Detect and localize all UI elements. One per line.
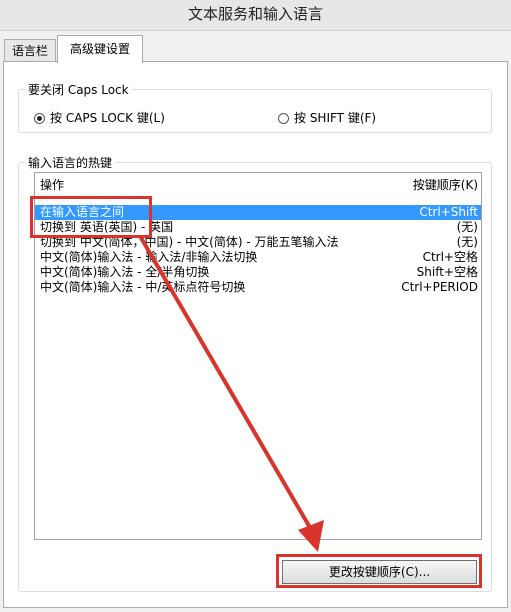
tab-advanced-key-settings[interactable]: 高级键设置 (57, 35, 143, 63)
row-sequence: Ctrl+Shift (419, 205, 478, 219)
column-header-sequence[interactable]: 按键顺序(K) (413, 173, 478, 197)
tab-language-bar[interactable]: 语言栏 (4, 39, 56, 62)
row-sequence: Ctrl+PERIOD (401, 280, 478, 294)
row-action: 中文(简体)输入法 - 输入法/非输入法切换 (40, 250, 258, 264)
row-sequence: (无) (456, 220, 478, 234)
list-header: 操作 按键顺序(K) (35, 173, 481, 197)
row-action: 中文(简体)输入法 - 全/半角切换 (40, 265, 210, 279)
change-key-sequence-button[interactable]: 更改按键顺序(C)... (282, 560, 477, 584)
row-sequence: Shift+空格 (416, 265, 478, 279)
list-item[interactable]: 中文(简体)输入法 - 全/半角切换 Shift+空格 (35, 265, 481, 280)
caps-lock-legend: 要关闭 Caps Lock (28, 83, 129, 97)
list-item[interactable]: 中文(简体)输入法 - 输入法/非输入法切换 Ctrl+空格 (35, 250, 481, 265)
radio-selected-icon[interactable] (34, 112, 45, 124)
row-sequence: (无) (456, 235, 478, 249)
radio-caps-lock-key[interactable]: 按 CAPS LOCK 键(L) (34, 109, 165, 127)
row-action: 切换到 中文(简体，中国) - 中文(简体) - 万能五笔输入法 (40, 235, 339, 249)
row-sequence: Ctrl+空格 (422, 250, 478, 264)
radio-shift-key[interactable]: 按 SHIFT 键(F) (278, 109, 376, 127)
radio-unselected-icon[interactable] (278, 112, 289, 124)
list-item[interactable]: 在输入语言之间 Ctrl+Shift (35, 205, 481, 220)
row-action: 切换到 英语(英国) - 英国 (40, 220, 174, 234)
window-title: 文本服务和输入语言 (187, 5, 323, 23)
column-header-action[interactable]: 操作 (40, 173, 64, 197)
tab-strip: 语言栏 高级键设置 (0, 34, 511, 63)
hotkey-list[interactable]: 操作 按键顺序(K) 在输入语言之间 Ctrl+Shift 切换到 英语(英国)… (34, 172, 482, 540)
radio-shift-label: 按 SHIFT 键(F) (294, 111, 377, 125)
hotkeys-legend: 输入语言的热键 (28, 156, 113, 170)
list-item[interactable]: 中文(简体)输入法 - 中/英标点符号切换 Ctrl+PERIOD (35, 280, 481, 295)
radio-caps-lock-label: 按 CAPS LOCK 键(L) (50, 111, 165, 125)
row-action: 在输入语言之间 (40, 205, 125, 219)
title-bar: 文本服务和输入语言 (0, 0, 511, 31)
list-item[interactable]: 切换到 中文(简体，中国) - 中文(简体) - 万能五笔输入法 (无) (35, 235, 481, 250)
list-item[interactable]: 切换到 英语(英国) - 英国 (无) (35, 220, 481, 235)
row-action: 中文(简体)输入法 - 中/英标点符号切换 (40, 280, 246, 294)
